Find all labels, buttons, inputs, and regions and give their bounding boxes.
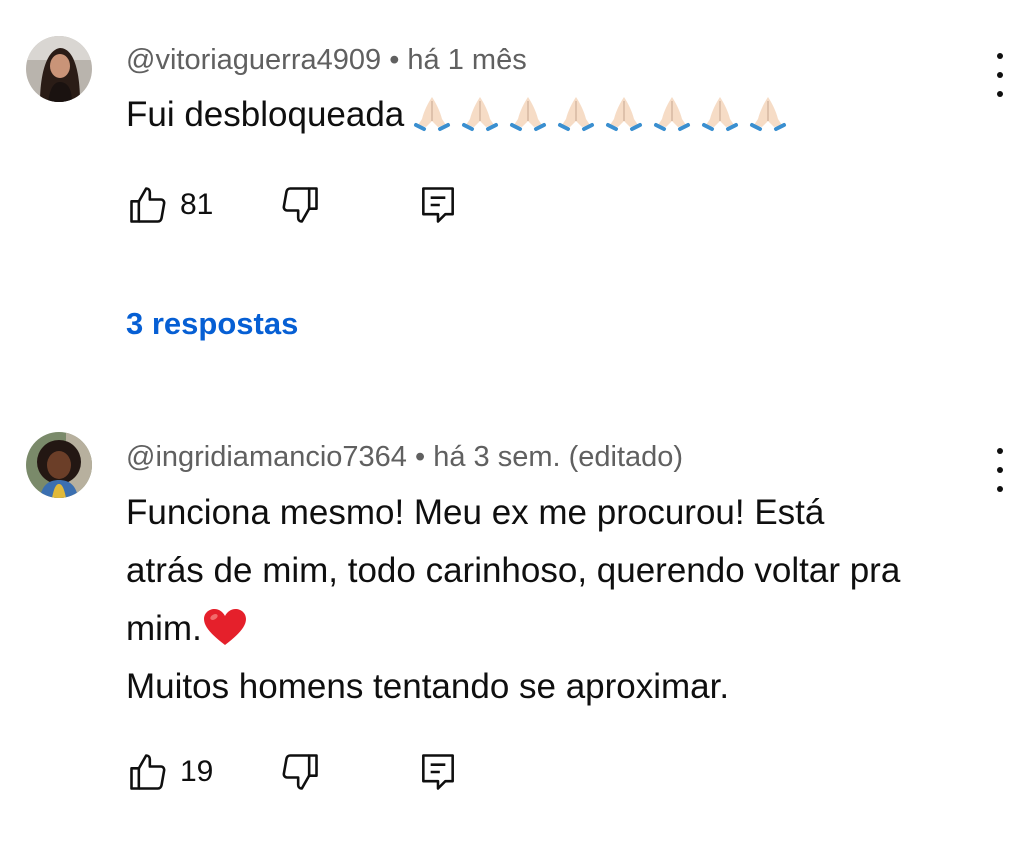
replies-link[interactable]: 3 respostas [126, 302, 298, 346]
pray-emoji [462, 96, 499, 131]
thumbs-up-icon [130, 187, 166, 223]
pray-emoji [654, 96, 691, 131]
comment-line: mim. [126, 609, 202, 648]
meta-separator: • [389, 44, 400, 76]
dislike-button[interactable] [278, 750, 322, 799]
pray-emoji [750, 96, 787, 131]
author-handle[interactable]: @vitoriaguerra4909 [126, 44, 381, 76]
author-handle[interactable]: @ingridiamancio7364 [126, 441, 407, 473]
meta-separator: • [415, 441, 426, 473]
pray-emoji [558, 96, 595, 131]
thumbs-down-icon [282, 754, 318, 790]
reply-button[interactable] [416, 750, 460, 799]
pray-emoji [510, 96, 547, 131]
comment-text: Funciona mesmo! Meu ex me procurou! Está… [126, 484, 1006, 716]
reply-button[interactable] [416, 183, 460, 232]
reply-icon [422, 187, 454, 223]
pray-emoji-row [412, 93, 788, 133]
like-count: 19 [180, 755, 214, 788]
like-button[interactable] [126, 183, 170, 232]
comment-line: Muitos homens tentando se aproximar. [126, 667, 730, 706]
comment-meta: @vitoriaguerra4909 • há 1 mês [126, 43, 527, 77]
dislike-button[interactable] [278, 183, 322, 232]
thumbs-down-icon [282, 187, 318, 223]
red-heart-emoji [203, 608, 246, 645]
timestamp[interactable]: há 3 sem. [433, 441, 560, 473]
avatar[interactable] [26, 432, 92, 498]
thumbs-up-icon [130, 754, 166, 790]
timestamp[interactable]: há 1 mês [407, 44, 526, 76]
like-button[interactable] [126, 750, 170, 799]
comment-line: Funciona mesmo! Meu ex me procurou! Está [126, 493, 825, 532]
pray-emoji [702, 96, 739, 131]
like-count: 81 [180, 188, 214, 221]
comment-actions: 19 [126, 750, 486, 794]
comment-text: Fui desbloqueada [126, 86, 1006, 144]
comment-line: Fui desbloqueada [126, 95, 405, 134]
reply-icon [422, 754, 454, 790]
comment-actions: 81 [126, 183, 486, 227]
avatar[interactable] [26, 36, 92, 102]
comment-line: atrás de mim, todo carinhoso, querendo v… [126, 551, 901, 590]
comment-meta: @ingridiamancio7364 • há 3 sem. (editado… [126, 440, 683, 474]
edited-label: (editado) [568, 441, 684, 473]
pray-emoji [606, 96, 643, 131]
pray-emoji [414, 96, 451, 131]
